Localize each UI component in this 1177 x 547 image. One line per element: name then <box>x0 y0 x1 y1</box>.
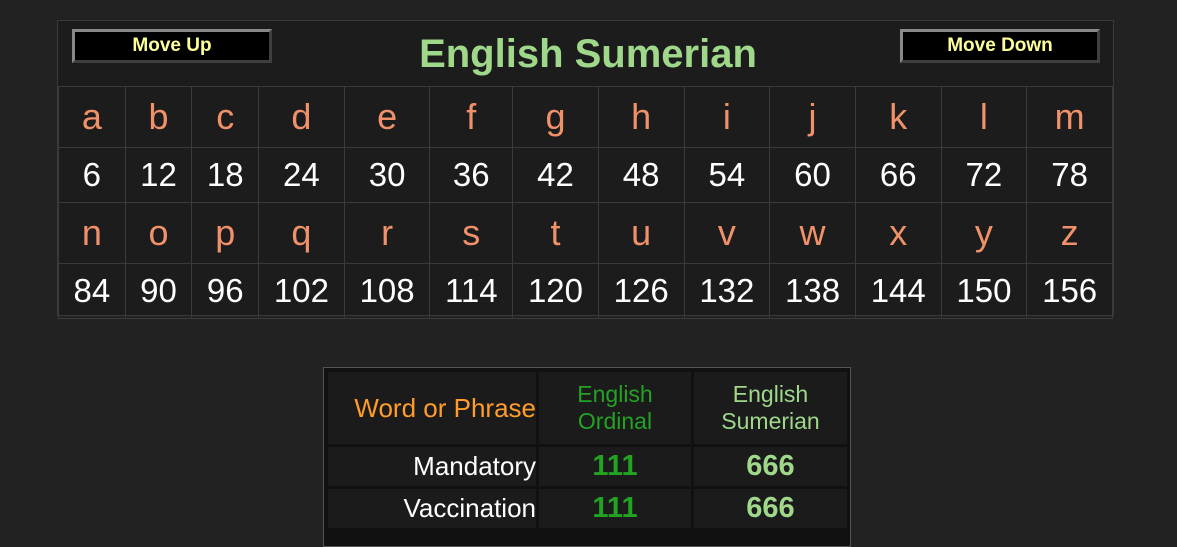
value-cell: 96 <box>191 263 260 319</box>
letter-cell: i <box>683 86 771 148</box>
value-cell: 108 <box>343 263 431 319</box>
letter-cell: u <box>597 202 685 264</box>
value-cell: 156 <box>1026 263 1113 319</box>
letter-cell: t <box>512 202 599 264</box>
cipher-header: Move Up English Sumerian Move Down <box>58 21 1113 87</box>
letter-cell: z <box>1026 202 1113 264</box>
letter-cell: e <box>343 86 431 148</box>
letters-row-2: nopqrstuvwxyz <box>58 202 1113 264</box>
letter-cell: j <box>769 86 856 148</box>
letter-cell: d <box>258 86 345 148</box>
value-cell: 78 <box>1026 147 1113 203</box>
value-cell: 120 <box>512 263 599 319</box>
value-cell: 66 <box>854 147 942 203</box>
value-cell: 144 <box>854 263 942 319</box>
letter-cell: r <box>343 202 431 264</box>
letter-value-table: abcdefghijklm 6 12 18 24 30 36 42 48 54 60 66 72 78 … <box>58 86 1113 319</box>
value-cell: 126 <box>597 263 685 319</box>
value-cell: 150 <box>940 263 1028 319</box>
letter-cell: q <box>258 202 345 264</box>
sumerian-header-line2: Sumerian <box>721 408 820 434</box>
letter-cell: m <box>1026 86 1113 148</box>
word-or-phrase-header: Word or Phrase <box>328 372 536 444</box>
values-row-2: 84 90 96 102 108 114 120 126 132 138 144 150 156 <box>58 263 1113 319</box>
cipher-title: English Sumerian <box>419 32 757 76</box>
letter-cell: g <box>512 86 599 148</box>
letter-cell: a <box>58 86 126 148</box>
sumerian-value: 666 <box>694 489 847 528</box>
letter-cell: s <box>429 202 514 264</box>
value-cell: 18 <box>191 147 260 203</box>
value-cell: 30 <box>343 147 431 203</box>
value-cell: 72 <box>940 147 1028 203</box>
cipher-chart-panel: Move Up English Sumerian Move Down abcde… <box>57 20 1114 319</box>
ordinal-value: 111 <box>539 489 691 528</box>
ordinal-header-line1: English <box>577 381 653 407</box>
value-cell: 48 <box>597 147 685 203</box>
letter-cell: p <box>191 202 260 264</box>
move-down-button[interactable]: Move Down <box>900 29 1100 63</box>
letter-cell: n <box>58 202 126 264</box>
letter-cell: v <box>683 202 771 264</box>
letter-cell: h <box>597 86 685 148</box>
sumerian-value: 666 <box>694 447 847 486</box>
table-row: Vaccination 111 666 <box>328 489 847 528</box>
values-row-1: 6 12 18 24 30 36 42 48 54 60 66 72 78 <box>58 147 1113 203</box>
letter-cell: o <box>124 202 193 264</box>
value-cell: 6 <box>58 147 126 203</box>
value-cell: 114 <box>429 263 514 319</box>
letter-cell: w <box>769 202 856 264</box>
value-cell: 12 <box>124 147 193 203</box>
table-row: Mandatory 111 666 <box>328 447 847 486</box>
value-cell: 36 <box>429 147 514 203</box>
letter-cell: k <box>854 86 942 148</box>
results-table: Word or Phrase English Ordinal English S… <box>325 369 850 531</box>
move-up-button[interactable]: Move Up <box>72 29 272 63</box>
value-cell: 24 <box>258 147 345 203</box>
value-cell: 102 <box>258 263 345 319</box>
letter-cell: y <box>940 202 1028 264</box>
english-sumerian-header[interactable]: English Sumerian <box>694 372 847 444</box>
ordinal-value: 111 <box>539 447 691 486</box>
letter-cell: l <box>940 86 1028 148</box>
value-cell: 132 <box>683 263 771 319</box>
letter-cell: f <box>429 86 514 148</box>
ordinal-header-line2: Ordinal <box>577 408 653 434</box>
results-header-row: Word or Phrase English Ordinal English S… <box>328 372 847 444</box>
letter-cell: b <box>124 86 193 148</box>
value-cell: 138 <box>769 263 856 319</box>
english-ordinal-header[interactable]: English Ordinal <box>539 372 691 444</box>
letters-row-1: abcdefghijklm <box>58 86 1113 148</box>
value-cell: 60 <box>769 147 856 203</box>
value-cell: 84 <box>58 263 126 319</box>
letter-cell: x <box>854 202 942 264</box>
letter-cell: c <box>191 86 260 148</box>
value-cell: 54 <box>683 147 771 203</box>
value-cell: 42 <box>512 147 599 203</box>
phrase-cell[interactable]: Vaccination <box>328 489 536 528</box>
value-cell: 90 <box>124 263 193 319</box>
results-panel: Word or Phrase English Ordinal English S… <box>323 367 851 547</box>
sumerian-header-line1: English <box>732 381 809 407</box>
phrase-cell[interactable]: Mandatory <box>328 447 536 486</box>
